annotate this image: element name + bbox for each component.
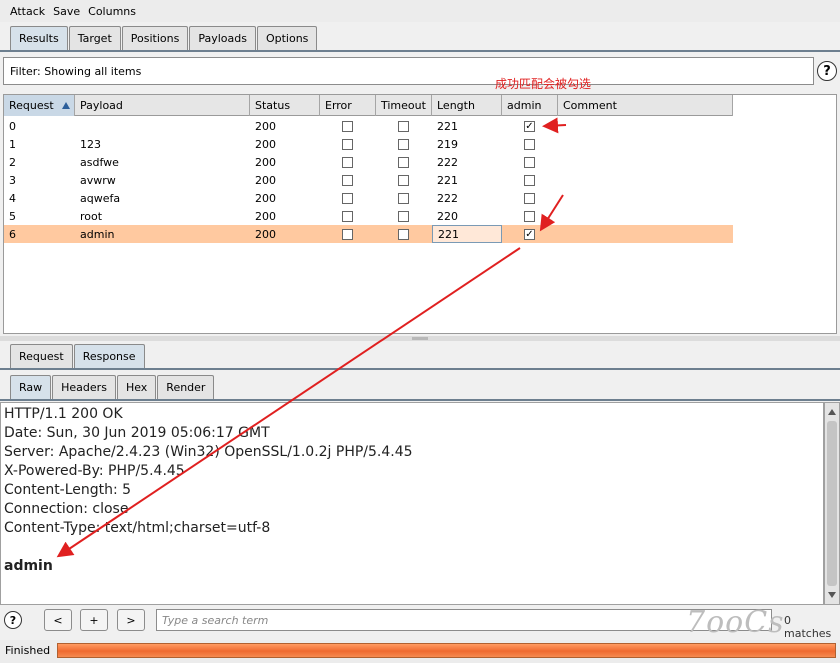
arrow-body-icon [56, 247, 521, 558]
annotation-arrows [56, 117, 567, 558]
arrow-row0-icon [542, 117, 567, 134]
arrow-row6-icon [539, 194, 564, 232]
